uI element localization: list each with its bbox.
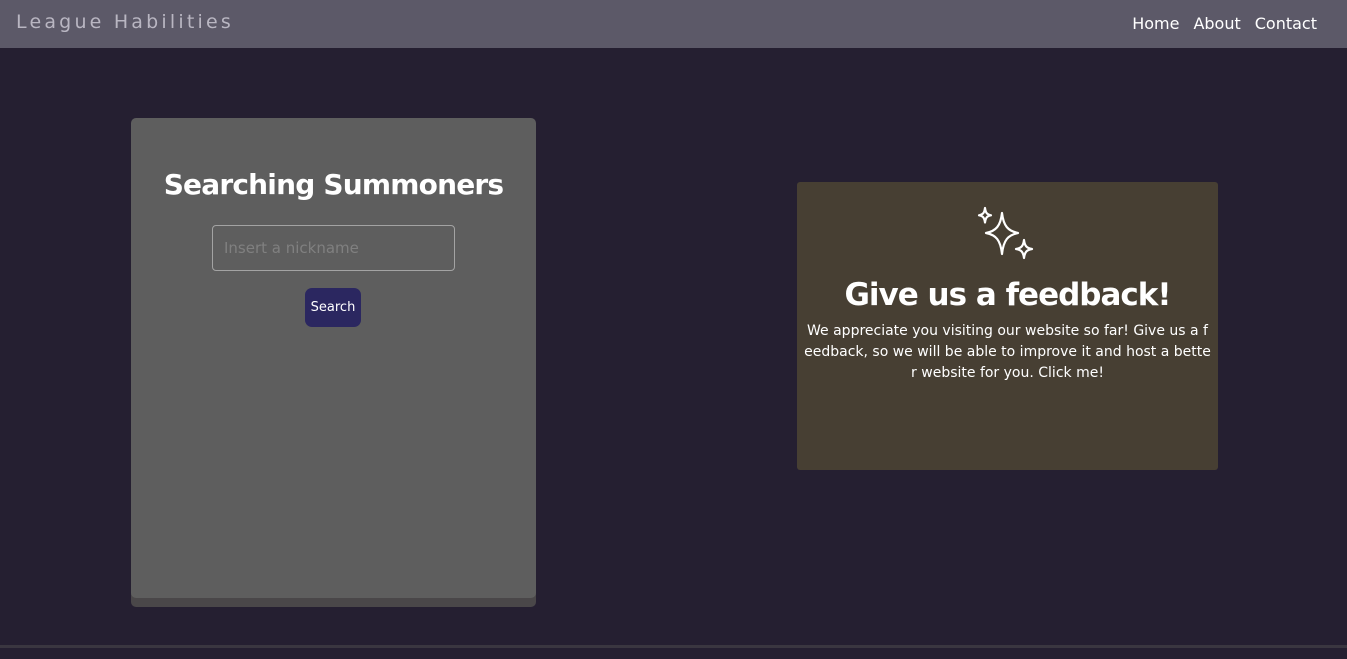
search-summoners-card: Searching Summoners Search bbox=[131, 118, 536, 598]
navbar: League Habilities Home About Contact bbox=[0, 0, 1347, 48]
search-button[interactable]: Search bbox=[305, 288, 361, 327]
nav-links: Home About Contact bbox=[1132, 14, 1317, 33]
nav-link-home[interactable]: Home bbox=[1132, 14, 1179, 33]
brand-logo-text[interactable]: League Habilities bbox=[16, 11, 234, 33]
nickname-input[interactable] bbox=[212, 225, 455, 271]
nav-link-contact[interactable]: Contact bbox=[1255, 14, 1317, 33]
search-title: Searching Summoners bbox=[163, 168, 504, 201]
feedback-title: Give us a feedback! bbox=[844, 277, 1171, 313]
feedback-card[interactable]: Give us a feedback! We appreciate you vi… bbox=[797, 182, 1218, 470]
feedback-text: We appreciate you visiting our website s… bbox=[804, 323, 1211, 381]
nav-link-about[interactable]: About bbox=[1193, 14, 1240, 33]
footer-divider bbox=[0, 645, 1347, 648]
sparkles-icon bbox=[977, 206, 1034, 260]
